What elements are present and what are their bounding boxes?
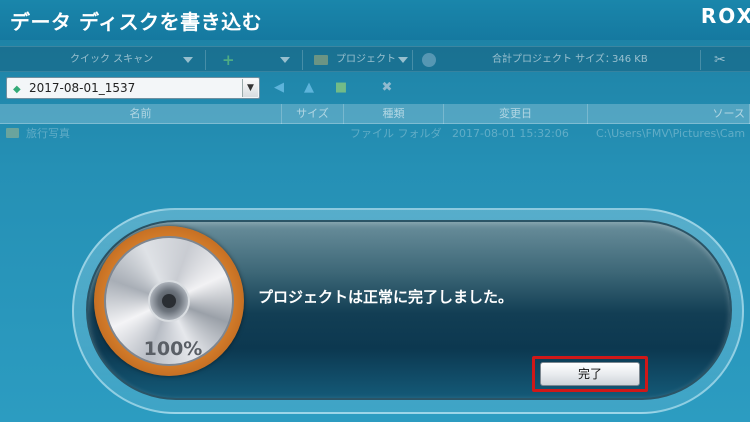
table-row[interactable]: 旅行写真 ファイル フォルダー 2017-08-01 15:32:06 C:\U… [0,124,750,144]
column-type[interactable]: 種類 [344,104,444,124]
completion-message: プロジェクトは正常に完了しました。 [258,288,514,306]
row-name: 旅行写真 [26,127,70,140]
row-source: C:\Users\FMV\Pictures\Cam [596,127,746,140]
add-icon[interactable]: + [222,47,235,73]
column-name[interactable]: 名前 [0,104,282,124]
delete-icon[interactable]: ✖ [376,78,398,98]
back-arrow-icon[interactable]: ◀ [268,78,290,98]
toolbar-divider [302,50,303,70]
window-title: データ ディスクを書き込む [10,10,263,34]
new-folder-icon[interactable]: ■ [330,78,352,98]
project-menu-button[interactable]: プロジェクト [336,47,396,73]
toolbar-divider [412,50,413,70]
project-select-value: 2017-08-01_1537 [29,81,136,95]
project-row: ◆ 2017-08-01_1537 ▼ ◀ ▲ ■ ✖ [0,76,750,102]
disc-hole [162,294,176,308]
row-size [290,124,340,144]
add-dropdown-icon[interactable] [280,57,290,63]
title-bar: データ ディスクを書き込む ROX [0,0,750,40]
column-modified[interactable]: 変更日 [444,104,588,124]
toolbar: クイック スキャン + プロジェクト 合計プロジェクト サイズ： 346 KB … [0,46,750,72]
quick-scan-dropdown-icon[interactable] [183,57,193,63]
progress-percent: 100% [143,338,203,360]
disc-icon [422,53,436,67]
brand-logo: ROX [700,4,750,28]
up-folder-icon[interactable]: ▲ [298,78,320,98]
folder-icon [314,55,328,65]
toolbar-divider [205,50,206,70]
chevron-down-icon[interactable]: ▼ [242,79,258,97]
folder-icon [6,128,19,138]
total-size-label: 合計プロジェクト サイズ： [492,54,615,65]
project-icon: ◆ [13,84,21,95]
total-size-value: 346 KB [612,54,648,65]
done-button[interactable]: 完了 [540,362,640,386]
column-size[interactable]: サイズ [282,104,344,124]
project-dropdown-icon[interactable] [398,57,408,63]
row-type: ファイル フォルダー [350,127,442,140]
quick-scan-button[interactable]: クイック スキャン [70,47,153,73]
project-select[interactable]: ◆ 2017-08-01_1537 ▼ [6,77,260,99]
row-modified: 2017-08-01 15:32:06 [452,127,569,140]
tools-icon[interactable]: ✂ [714,47,726,73]
table-header: 名前 サイズ 種類 変更日 ソース [0,104,750,124]
column-source[interactable]: ソース [588,104,750,124]
toolbar-divider [700,50,701,70]
